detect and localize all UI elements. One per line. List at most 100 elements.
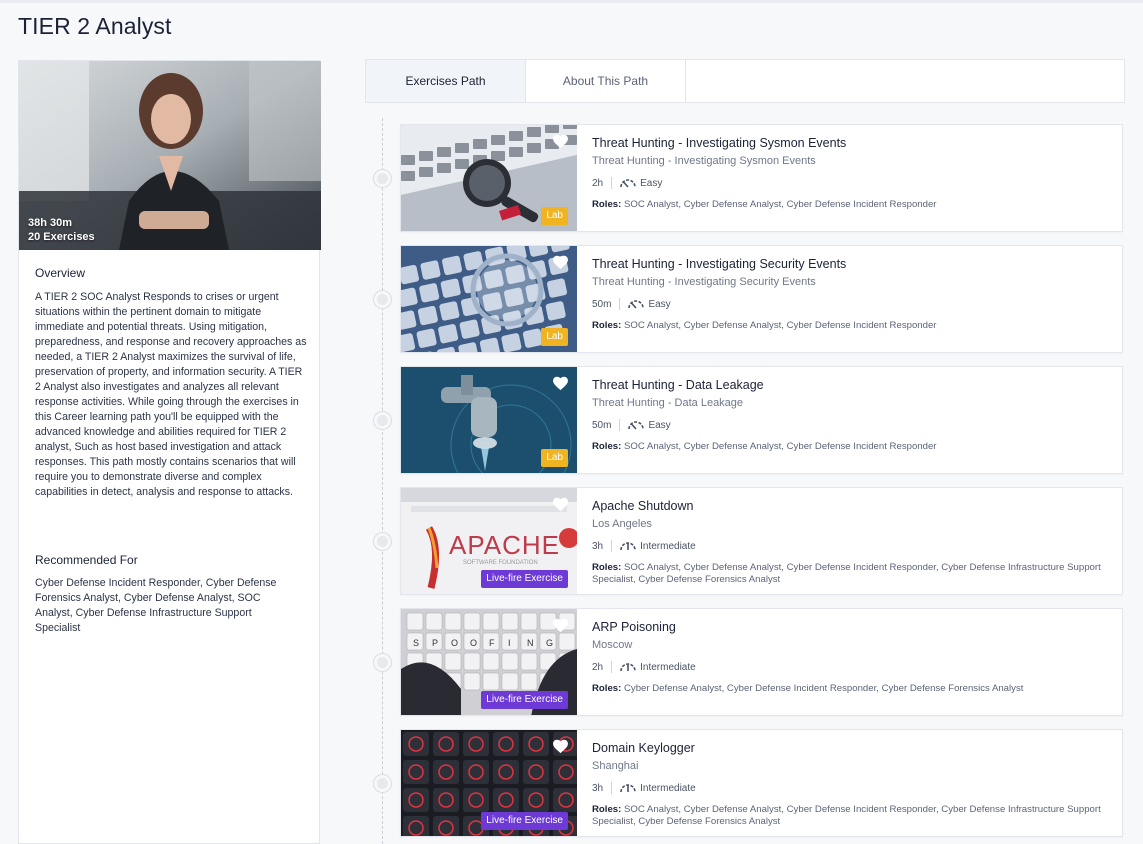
exercise-difficulty: Intermediate bbox=[640, 540, 696, 552]
exercise-thumbnail[interactable]: APACHE SOFTWARE FOUNDATION Live-fire Exe… bbox=[401, 488, 577, 594]
roles-list: SOC Analyst, Cyber Defense Analyst, Cybe… bbox=[624, 320, 937, 331]
easy-gauge-icon bbox=[628, 299, 648, 309]
exercise-thumbnail[interactable]: Lab bbox=[401, 367, 577, 473]
exercise-card[interactable]: S P O O F I N G Live-fire Exercise ARP Poisonin… bbox=[400, 608, 1123, 716]
exercise-type-badge: Lab bbox=[541, 328, 568, 346]
roles-list: SOC Analyst, Cyber Defense Analyst, Cybe… bbox=[624, 441, 937, 452]
svg-text:F: F bbox=[489, 638, 495, 648]
recommended-text: Cyber Defense Incident Responder, Cyber … bbox=[35, 577, 277, 634]
intermediate-gauge-icon bbox=[620, 662, 640, 672]
exercise-subtitle: Threat Hunting - Data Leakage bbox=[592, 397, 744, 409]
path-tabs: Exercises Path About This Path bbox=[365, 59, 1125, 103]
exercise-thumbnail[interactable]: S P O O F I N G Live-fire Exercise bbox=[401, 609, 577, 715]
exercise-difficulty: Easy bbox=[648, 298, 671, 310]
roles-list: SOC Analyst, Cyber Defense Analyst, Cybe… bbox=[624, 199, 937, 210]
intermediate-gauge-icon bbox=[620, 783, 640, 793]
exercise-card[interactable]: Lab Threat Hunting - Data Leakage Threat… bbox=[400, 366, 1123, 474]
exercise-duration: 50m bbox=[592, 298, 612, 310]
exercise-difficulty: Intermediate bbox=[640, 661, 696, 673]
timeline-line bbox=[382, 118, 383, 844]
roles-label: Roles: bbox=[592, 562, 622, 573]
exercise-roles: Roles: SOC Analyst, Cyber Defense Analys… bbox=[592, 562, 1112, 586]
exercise-roles: Roles: Cyber Defense Analyst, Cyber Defe… bbox=[592, 683, 1112, 695]
svg-text:N: N bbox=[527, 638, 534, 648]
meta-divider bbox=[619, 298, 621, 310]
exercise-thumbnail[interactable]: Lab bbox=[401, 125, 577, 231]
overview-heading: Overview bbox=[35, 266, 86, 280]
svg-text:I: I bbox=[508, 638, 511, 648]
recommended-heading: Recommended For bbox=[35, 553, 138, 567]
timeline-dot bbox=[374, 775, 391, 792]
tab-exercises-path[interactable]: Exercises Path bbox=[366, 60, 526, 102]
meta-divider bbox=[611, 782, 613, 794]
intermediate-gauge-icon bbox=[620, 541, 640, 551]
easy-gauge-icon bbox=[628, 420, 648, 430]
exercise-card[interactable]: Lab Threat Hunting - Investigating Sysmo… bbox=[400, 124, 1123, 232]
exercise-roles: Roles: SOC Analyst, Cyber Defense Analys… bbox=[592, 320, 1112, 332]
favorite-heart-icon[interactable] bbox=[552, 496, 569, 512]
favorite-heart-icon[interactable] bbox=[552, 738, 569, 754]
favorite-heart-icon[interactable] bbox=[552, 133, 569, 149]
path-info-panel: 38h 30m 20 Exercises Overview A TIER 2 S… bbox=[18, 60, 321, 844]
path-exercise-count: 20 Exercises bbox=[28, 231, 95, 243]
roles-label: Roles: bbox=[592, 683, 622, 694]
exercise-type-badge: Live-fire Exercise bbox=[481, 691, 568, 709]
exercise-title[interactable]: Threat Hunting - Data Leakage bbox=[592, 377, 1112, 393]
timeline-dot bbox=[374, 412, 391, 429]
exercise-roles: Roles: SOC Analyst, Cyber Defense Analys… bbox=[592, 441, 1112, 453]
favorite-heart-icon[interactable] bbox=[552, 254, 569, 270]
exercise-card[interactable]: Lab Threat Hunting - Investigating Secur… bbox=[400, 245, 1123, 353]
svg-text:G: G bbox=[546, 638, 553, 648]
timeline-dot bbox=[374, 291, 391, 308]
exercise-subtitle: Los Angeles bbox=[592, 518, 652, 530]
roles-label: Roles: bbox=[592, 199, 622, 210]
exercise-title[interactable]: Domain Keylogger bbox=[592, 740, 1112, 756]
exercise-subtitle: Shanghai bbox=[592, 760, 639, 772]
roles-list: SOC Analyst, Cyber Defense Analyst, Cybe… bbox=[592, 562, 1101, 585]
roles-list: Cyber Defense Analyst, Cyber Defense Inc… bbox=[624, 683, 1024, 694]
tab-about-this-path[interactable]: About This Path bbox=[526, 60, 686, 102]
exercise-type-badge: Lab bbox=[541, 449, 568, 467]
path-hero-image: 38h 30m 20 Exercises bbox=[19, 61, 321, 250]
exercise-title[interactable]: ARP Poisoning bbox=[592, 619, 1112, 635]
exercise-subtitle: Moscow bbox=[592, 639, 633, 651]
meta-divider bbox=[611, 177, 613, 189]
exercise-difficulty: Intermediate bbox=[640, 782, 696, 794]
page-title: TIER 2 Analyst bbox=[18, 13, 172, 39]
exercise-roles: Roles: SOC Analyst, Cyber Defense Analys… bbox=[592, 199, 1112, 211]
exercise-title[interactable]: Threat Hunting - Investigating Security … bbox=[592, 256, 1112, 272]
roles-label: Roles: bbox=[592, 441, 622, 452]
roles-label: Roles: bbox=[592, 804, 622, 815]
exercise-subtitle: Threat Hunting - Investigating Sysmon Ev… bbox=[592, 155, 816, 167]
exercise-duration: 50m bbox=[592, 419, 612, 431]
svg-text:S: S bbox=[413, 638, 419, 648]
favorite-heart-icon[interactable] bbox=[552, 375, 569, 391]
top-border bbox=[0, 0, 1143, 3]
exercise-card[interactable]: Live-fire Exercise Domain Keylogger Shan… bbox=[400, 729, 1123, 837]
path-duration: 38h 30m bbox=[28, 217, 73, 229]
timeline-dot bbox=[374, 170, 391, 187]
exercise-duration: 3h bbox=[592, 782, 604, 794]
exercise-type-badge: Lab bbox=[541, 207, 568, 225]
svg-text:O: O bbox=[470, 638, 477, 648]
favorite-heart-icon[interactable] bbox=[552, 617, 569, 633]
svg-text:O: O bbox=[451, 638, 458, 648]
timeline-dot bbox=[374, 533, 391, 550]
exercise-thumbnail[interactable]: Live-fire Exercise bbox=[401, 730, 577, 836]
overview-text: A TIER 2 SOC Analyst Responds to crises … bbox=[35, 291, 307, 498]
exercise-card[interactable]: APACHE SOFTWARE FOUNDATION Live-fire Exe… bbox=[400, 487, 1123, 595]
roles-list: SOC Analyst, Cyber Defense Analyst, Cybe… bbox=[592, 804, 1101, 827]
svg-text:SOFTWARE FOUNDATION: SOFTWARE FOUNDATION bbox=[463, 560, 538, 566]
exercise-thumbnail[interactable]: Lab bbox=[401, 246, 577, 352]
exercise-duration: 2h bbox=[592, 177, 604, 189]
meta-divider bbox=[611, 661, 613, 673]
exercise-type-badge: Live-fire Exercise bbox=[481, 812, 568, 830]
exercise-title[interactable]: Threat Hunting - Investigating Sysmon Ev… bbox=[592, 135, 1112, 151]
exercise-difficulty: Easy bbox=[648, 419, 671, 431]
exercise-type-badge: Live-fire Exercise bbox=[481, 570, 568, 588]
exercise-subtitle: Threat Hunting - Investigating Security … bbox=[592, 276, 816, 288]
timeline-dot bbox=[374, 654, 391, 671]
exercise-roles: Roles: SOC Analyst, Cyber Defense Analys… bbox=[592, 804, 1112, 828]
meta-divider bbox=[619, 419, 621, 431]
exercise-title[interactable]: Apache Shutdown bbox=[592, 498, 1112, 514]
